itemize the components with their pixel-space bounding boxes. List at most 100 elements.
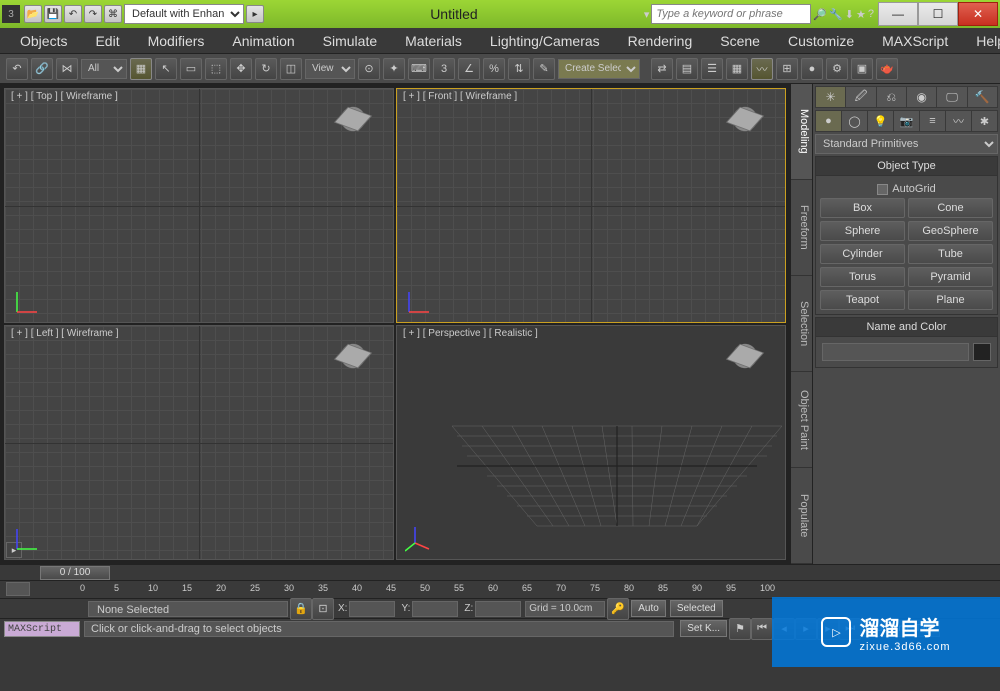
scale-icon[interactable]: ◫ (280, 58, 302, 80)
spinner-snap-icon[interactable]: ⇅ (508, 58, 530, 80)
rollout-header[interactable]: Object Type (816, 157, 997, 176)
menu-rendering[interactable]: Rendering (628, 33, 693, 49)
menu-maxscript[interactable]: MAXScript (882, 33, 948, 49)
viewport-left[interactable]: [ + ] [ Left ] [ Wireframe ] (4, 325, 394, 560)
viewport-top[interactable]: [ + ] [ Top ] [ Wireframe ] (4, 88, 394, 323)
z-field[interactable] (475, 601, 521, 617)
isolate-icon[interactable]: ⊡ (312, 598, 334, 620)
modify-tab-icon[interactable]: 🖉 (846, 87, 875, 107)
menu-edit[interactable]: Edit (95, 33, 119, 49)
rollout-header[interactable]: Name and Color (816, 318, 997, 337)
helpers-icon[interactable]: ≡ (920, 111, 945, 131)
plane-button[interactable]: Plane (908, 290, 993, 310)
material-editor-icon[interactable]: ● (801, 58, 823, 80)
y-field[interactable] (412, 601, 458, 617)
move-icon[interactable]: ✥ (230, 58, 252, 80)
window-crossing-icon[interactable]: ⬚ (205, 58, 227, 80)
teapot-button[interactable]: Teapot (820, 290, 905, 310)
menu-animation[interactable]: Animation (232, 33, 294, 49)
lock-icon[interactable]: 🔒 (290, 598, 312, 620)
autogrid-checkbox[interactable] (877, 184, 888, 195)
search-dropdown-icon[interactable]: ▾ (644, 8, 650, 21)
workspace-arrow-icon[interactable]: ▸ (246, 5, 264, 23)
tab-freeform[interactable]: Freeform (791, 180, 812, 276)
torus-button[interactable]: Torus (820, 267, 905, 287)
utilities-tab-icon[interactable]: 🔨 (968, 87, 997, 107)
motion-tab-icon[interactable]: ◉ (907, 87, 936, 107)
open-icon[interactable]: 📂 (24, 5, 42, 23)
menu-customize[interactable]: Customize (788, 33, 854, 49)
spacewarps-icon[interactable]: 〰 (946, 111, 971, 131)
menu-materials[interactable]: Materials (405, 33, 462, 49)
cameras-icon[interactable]: 📷 (894, 111, 919, 131)
star-icon[interactable]: ★ (856, 8, 866, 21)
cylinder-button[interactable]: Cylinder (820, 244, 905, 264)
help-icon[interactable]: ? (868, 8, 874, 20)
viewport-label[interactable]: [ + ] [ Left ] [ Wireframe ] (11, 328, 119, 339)
link-icon[interactable]: 🔗 (31, 58, 53, 80)
geometry-icon[interactable]: ● (816, 111, 841, 131)
track-bar[interactable]: 0 5 10 15 20 25 30 35 40 45 50 55 60 65 … (0, 580, 1000, 598)
viewport-front[interactable]: [ + ] [ Front ] [ Wireframe ] (396, 88, 786, 323)
render-frame-icon[interactable]: ▣ (851, 58, 873, 80)
keyboard-icon[interactable]: ⌨ (408, 58, 430, 80)
key-mode-icon[interactable] (6, 582, 30, 596)
tube-button[interactable]: Tube (908, 244, 993, 264)
viewport-label[interactable]: [ + ] [ Perspective ] [ Realistic ] (403, 328, 538, 339)
viewport-label[interactable]: [ + ] [ Front ] [ Wireframe ] (403, 91, 517, 102)
autokey-button[interactable]: Auto (631, 600, 666, 617)
lights-icon[interactable]: 💡 (868, 111, 893, 131)
menu-lighting[interactable]: Lighting/Cameras (490, 33, 600, 49)
key-icon[interactable]: 🔧 (829, 8, 843, 21)
menu-simulate[interactable]: Simulate (323, 33, 377, 49)
rotate-icon[interactable]: ↻ (255, 58, 277, 80)
snap-toggle-icon[interactable]: 3 (433, 58, 455, 80)
setkey-button[interactable]: Set K... (680, 620, 727, 637)
time-slider-handle[interactable]: 0 / 100 (40, 566, 110, 580)
curve-editor-icon[interactable]: 〰 (751, 58, 773, 80)
select-icon[interactable]: ▦ (130, 58, 152, 80)
color-swatch[interactable] (973, 343, 991, 361)
render-icon[interactable]: 🫖 (876, 58, 898, 80)
hierarchy-tab-icon[interactable]: ⎌ (877, 87, 906, 107)
menu-modifiers[interactable]: Modifiers (148, 33, 205, 49)
search-input[interactable] (651, 4, 811, 24)
shapes-icon[interactable]: ◯ (842, 111, 867, 131)
viewcube-icon[interactable] (331, 334, 375, 378)
viewcube-icon[interactable] (723, 97, 767, 141)
link-icon[interactable]: ⌘ (104, 5, 122, 23)
undo-icon[interactable]: ↶ (64, 5, 82, 23)
save-icon[interactable]: 💾 (44, 5, 62, 23)
layers-icon[interactable]: ☰ (701, 58, 723, 80)
angle-snap-icon[interactable]: ∠ (458, 58, 480, 80)
search-icon[interactable]: 🔎 (813, 8, 827, 21)
tab-populate[interactable]: Populate (791, 468, 812, 564)
category-select[interactable]: Standard Primitives (815, 134, 998, 154)
selected-button[interactable]: Selected (670, 600, 723, 617)
undo-icon[interactable]: ↶ (6, 58, 28, 80)
ref-coord-system[interactable]: View (305, 59, 355, 79)
unlink-icon[interactable]: ⋈ (56, 58, 78, 80)
ribbon-icon[interactable]: ▦ (726, 58, 748, 80)
object-name-input[interactable] (822, 343, 969, 361)
goto-start-icon[interactable]: ⏮ (751, 618, 773, 640)
schematic-icon[interactable]: ⊞ (776, 58, 798, 80)
named-sel-icon[interactable]: ✎ (533, 58, 555, 80)
menu-scene[interactable]: Scene (720, 33, 760, 49)
tab-selection[interactable]: Selection (791, 276, 812, 372)
menu-objects[interactable]: Objects (20, 33, 67, 49)
close-button[interactable]: ✕ (958, 2, 998, 26)
maxscript-listener[interactable]: MAXScript (4, 621, 80, 637)
viewcube-icon[interactable] (331, 97, 375, 141)
cone-button[interactable]: Cone (908, 198, 993, 218)
create-tab-icon[interactable]: ✳ (816, 87, 845, 107)
manipulate-icon[interactable]: ✦ (383, 58, 405, 80)
named-selection-set[interactable]: Create Selection Se (558, 59, 640, 79)
selection-filter[interactable]: All (81, 59, 127, 79)
x-field[interactable] (349, 601, 395, 617)
keyfilters-icon[interactable]: ⚑ (729, 618, 751, 640)
viewport-perspective[interactable]: [ + ] [ Perspective ] [ Realistic ] (396, 325, 786, 560)
geosphere-button[interactable]: GeoSphere (908, 221, 993, 241)
render-setup-icon[interactable]: ⚙ (826, 58, 848, 80)
align-icon[interactable]: ▤ (676, 58, 698, 80)
